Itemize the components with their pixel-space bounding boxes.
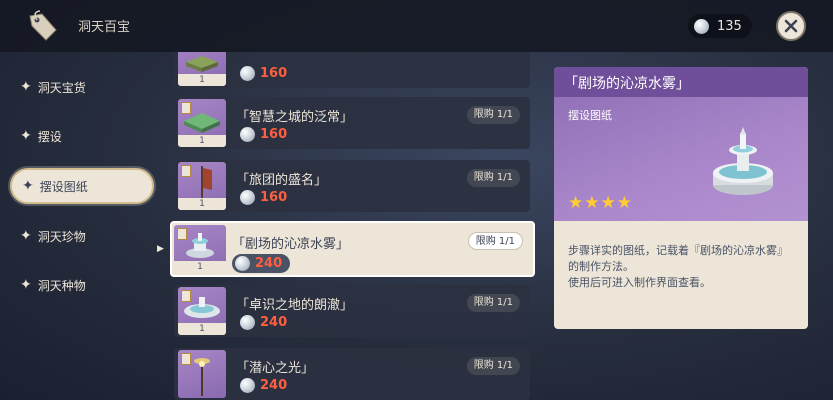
item-count: 1 — [178, 323, 226, 335]
item-thumbnail: 1 — [178, 162, 226, 210]
top-bar: 洞天百宝 135 — [0, 0, 833, 52]
list-item[interactable]: 1 「旅团的盛名」 限购 1/1 160 — [174, 160, 530, 212]
list-item[interactable]: 1 160 — [174, 52, 530, 88]
mora-coin-icon — [240, 315, 255, 330]
category-sidebar: ✦ 洞天宝货 ✦ 摆设 ✦ 摆设图纸 ✦ 洞天珍物 ✦ 洞天种物 — [0, 52, 165, 400]
list-item[interactable]: 「潜心之光」 限购 1/1 240 — [174, 348, 530, 400]
item-count: 1 — [178, 198, 226, 210]
price-tag-icon — [29, 10, 57, 41]
mora-coin-icon — [240, 127, 255, 142]
item-price: 240 — [240, 315, 287, 330]
price-value: 240 — [260, 378, 288, 393]
sidebar-item-label: 洞天种物 — [37, 278, 86, 293]
sparkle-icon: ✦ — [20, 277, 32, 293]
page-title: 洞天百宝 — [78, 20, 131, 35]
purchase-limit-badge: 限购 1/1 — [466, 294, 520, 312]
item-name: 「剧场的沁凉水雾」 — [232, 237, 350, 252]
sidebar-item-rare-items[interactable]: ✦ 洞天珍物 — [10, 218, 154, 254]
list-item-selected[interactable]: 1 「剧场的沁凉水雾」 限购 1/1 240 — [170, 221, 535, 277]
item-name: 「旅团的盛名」 — [236, 173, 328, 188]
sidebar-item-label: 摆设 — [37, 129, 62, 144]
sparkle-icon: ✦ — [20, 128, 32, 144]
item-price: 160 — [240, 190, 287, 205]
mora-coin-icon — [694, 18, 709, 34]
item-thumbnail: 1 — [174, 225, 226, 273]
price-value: 160 — [260, 127, 288, 142]
price-value: 160 — [260, 190, 288, 205]
sparkle-icon: ✦ — [22, 178, 34, 194]
detail-description: 步骤详实的图纸，记载着『剧场的沁凉水雾』的制作方法。 使用后可进入制作界面查看。 — [568, 244, 788, 289]
purchase-limit-badge: 限购 1/1 — [467, 232, 523, 250]
item-name: 「潜心之光」 — [236, 361, 315, 376]
item-list: 1 160 1 「智慧之城的泛常」 限购 1/1 160 1 「旅团的盛名」 限… — [170, 52, 538, 400]
item-detail-card: 「剧场的沁凉水雾」 摆设图纸 ★★★★ 步骤详实的图纸，记载着『剧场的沁凉水雾』… — [554, 67, 808, 329]
sidebar-item-furnishings[interactable]: ✦ 摆设 — [10, 118, 154, 154]
purchase-limit-badge: 限购 1/1 — [466, 106, 520, 124]
price-value: 240 — [260, 315, 288, 330]
item-count: 1 — [174, 261, 226, 273]
sidebar-item-treasures[interactable]: ✦ 洞天宝货 — [10, 69, 154, 105]
blueprint-doc-icon — [181, 165, 191, 177]
sidebar-item-label: 洞天宝货 — [37, 80, 86, 95]
purchase-limit-badge: 限购 1/1 — [466, 169, 520, 187]
mora-coin-icon — [240, 378, 255, 393]
selection-pointer-icon: ▶ — [157, 244, 164, 254]
item-name: 「卓识之地的朗澈」 — [236, 298, 354, 313]
close-icon — [784, 19, 798, 33]
item-price: 240 — [240, 378, 287, 393]
mora-coin-icon — [235, 256, 250, 271]
item-thumbnail — [178, 350, 226, 398]
blueprint-doc-icon — [181, 290, 191, 302]
detail-title: 「剧场的沁凉水雾」 — [554, 67, 808, 97]
sidebar-item-seeds[interactable]: ✦ 洞天种物 — [10, 267, 154, 303]
item-price: 160 — [240, 127, 287, 142]
fountain-illustration-icon — [713, 127, 773, 195]
blueprint-doc-icon — [177, 228, 187, 240]
detail-header: 「剧场的沁凉水雾」 摆设图纸 ★★★★ — [554, 67, 808, 221]
price-value: 240 — [255, 256, 283, 271]
sidebar-item-blueprints[interactable]: ✦ 摆设图纸 — [10, 168, 154, 204]
sparkle-icon: ✦ — [20, 228, 32, 244]
item-thumbnail: 1 — [178, 99, 226, 147]
item-thumbnail: 1 — [178, 287, 226, 335]
rarity-stars: ★★★★ — [568, 193, 633, 213]
item-count: 1 — [178, 135, 226, 147]
blueprint-doc-icon — [181, 353, 191, 365]
item-thumbnail: 1 — [178, 52, 226, 86]
mora-coin-icon — [240, 66, 255, 81]
list-item[interactable]: 1 「智慧之城的泛常」 限购 1/1 160 — [174, 97, 530, 149]
item-count: 1 — [178, 74, 226, 86]
currency-display: 135 — [688, 14, 752, 38]
currency-amount: 135 — [717, 18, 742, 34]
item-price: 160 — [240, 66, 287, 81]
item-name: 「智慧之城的泛常」 — [236, 110, 354, 125]
mora-coin-icon — [240, 190, 255, 205]
sidebar-item-label: 洞天珍物 — [37, 229, 86, 244]
price-value: 160 — [260, 66, 288, 81]
purchase-limit-badge: 限购 1/1 — [466, 357, 520, 375]
list-item[interactable]: 1 「卓识之地的朗澈」 限购 1/1 240 — [174, 285, 530, 337]
sparkle-icon: ✦ — [20, 79, 32, 95]
item-price: 240 — [232, 254, 291, 273]
blueprint-doc-icon — [181, 102, 191, 114]
sidebar-item-label: 摆设图纸 — [39, 179, 88, 194]
detail-category: 摆设图纸 — [568, 109, 612, 122]
close-button[interactable] — [776, 11, 806, 41]
